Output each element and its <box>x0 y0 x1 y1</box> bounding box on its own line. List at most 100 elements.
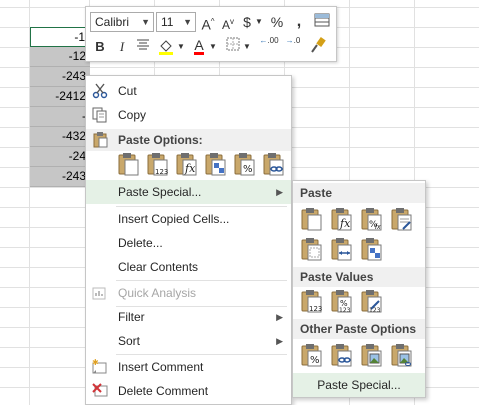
chevron-down-icon: ▼ <box>255 17 263 26</box>
chevron-down-icon: ▼ <box>141 17 150 27</box>
menu-item-delete[interactable]: Delete... <box>86 231 291 255</box>
svg-text:123: 123 <box>309 305 322 313</box>
submenu-header-other: Other Paste Options <box>293 319 425 339</box>
values-123-button[interactable]: 123 <box>299 289 325 315</box>
borders-button[interactable] <box>224 37 242 57</box>
format-painter-button[interactable] <box>308 37 328 57</box>
cell-value[interactable]: -243 <box>30 167 90 187</box>
paste-link-button[interactable] <box>329 343 355 369</box>
italic-button[interactable]: I <box>114 37 130 57</box>
paste-icon <box>118 153 139 176</box>
menu-item-delete-comment[interactable]: Delete Comment <box>86 379 291 403</box>
cell-value[interactable]: - <box>30 107 90 127</box>
context-menu: Cut Copy Paste Options: 123 fx% Paste Spe… <box>85 75 292 405</box>
values-percent-icon: %123 <box>331 290 352 314</box>
menu-item-label: Delete... <box>118 236 163 250</box>
paste-link-button[interactable] <box>261 152 287 178</box>
center-align-button[interactable] <box>134 37 152 57</box>
font-name-combo[interactable]: Calibri ▼ <box>90 12 154 32</box>
increase-decimal-label: .00 <box>267 36 279 45</box>
chevron-right-icon: ▶ <box>276 312 283 322</box>
grow-font-button[interactable]: A^ <box>199 12 217 33</box>
submenu-footer-label: Paste Special... <box>317 378 401 392</box>
paste-special-submenu: Paste fx% fx Paste Values 123% 123 123 Othe… <box>292 180 426 398</box>
font-color-button[interactable]: A <box>190 35 208 55</box>
align-center-icon <box>137 39 149 50</box>
paste-button[interactable] <box>299 207 325 233</box>
currency-button[interactable]: $ <box>240 12 254 32</box>
currency-icon: $ <box>243 14 251 30</box>
chevron-down-icon: ▼ <box>183 17 192 27</box>
svg-text:fx: fx <box>339 217 351 230</box>
format-table-button[interactable] <box>312 12 332 32</box>
submenu-paste-special-button[interactable]: Paste Special... <box>293 373 425 397</box>
chevron-down-icon: ▼ <box>177 42 185 51</box>
formatting-percent-icon: % <box>234 153 255 176</box>
cell-value[interactable]: -24 <box>30 147 90 167</box>
svg-text:123: 123 <box>339 307 351 314</box>
formula-format-button[interactable]: % fx <box>359 207 385 233</box>
cell-value[interactable]: -243 <box>30 67 90 87</box>
values-123-button[interactable]: 123 <box>145 152 171 178</box>
paste-link-icon <box>331 344 352 367</box>
cell-value[interactable]: -1 <box>30 27 90 47</box>
menu-item-sort[interactable]: Sort ▶ <box>86 329 291 353</box>
delete-comment-icon <box>92 383 108 397</box>
menu-item-copy[interactable]: Copy <box>86 103 291 127</box>
scissors-icon <box>92 83 108 99</box>
formatting-percent-button[interactable]: % <box>299 343 325 369</box>
menu-item-label: Clear Contents <box>118 260 199 274</box>
paste-options-label: Paste Options: <box>118 133 203 147</box>
transpose-button[interactable] <box>203 152 229 178</box>
submenu-header-paste-values: Paste Values <box>293 267 425 287</box>
shrink-font-button[interactable]: Av <box>219 12 237 32</box>
svg-text:fx: fx <box>184 162 196 175</box>
paste-button[interactable] <box>116 152 142 178</box>
keep-source-icon <box>391 208 412 231</box>
linked-picture-button[interactable] <box>389 343 415 369</box>
formulas-fx-button[interactable]: fx <box>329 207 355 233</box>
menu-item-insert-comment[interactable]: ✱ Insert Comment <box>86 355 291 379</box>
values-percent-button[interactable]: % 123 <box>329 289 355 315</box>
transpose-icon <box>205 153 226 176</box>
grid-column-a <box>0 0 30 405</box>
menu-item-cut[interactable]: Cut <box>86 79 291 103</box>
menu-item-quick-analysis[interactable]: Quick Analysis <box>86 281 291 305</box>
formula-format-icon: %fx <box>361 208 382 231</box>
menu-item-insert-copied-cells[interactable]: Insert Copied Cells... <box>86 207 291 231</box>
cell-value[interactable]: -12 <box>30 47 90 67</box>
transpose-button[interactable] <box>359 237 385 263</box>
menu-item-label: Insert Copied Cells... <box>118 212 230 226</box>
menu-item-paste-special[interactable]: Paste Special... ▶ <box>86 180 291 204</box>
formulas-fx-button[interactable]: fx <box>174 152 200 178</box>
cell-value[interactable]: -432 <box>30 127 90 147</box>
percent-button[interactable]: % <box>268 12 286 32</box>
comma-style-button[interactable]: , <box>290 12 308 32</box>
values-source-button[interactable]: 123 <box>359 289 385 315</box>
decrease-decimal-button[interactable]: →.0 <box>282 36 304 56</box>
currency-dropdown[interactable]: ▼ <box>254 12 264 32</box>
font-size-combo[interactable]: 11 ▼ <box>156 12 196 32</box>
fill-color-button[interactable] <box>156 37 176 57</box>
no-borders-button[interactable] <box>299 237 325 263</box>
keep-width-button[interactable] <box>329 237 355 263</box>
fill-color-dropdown[interactable]: ▼ <box>176 37 186 57</box>
menu-item-clear-contents[interactable]: Clear Contents <box>86 255 291 279</box>
borders-icon <box>226 37 240 51</box>
menu-item-label: Delete Comment <box>118 384 209 398</box>
menu-item-label: Filter <box>118 310 145 324</box>
increase-decimal-button[interactable]: ←.00 <box>258 36 280 56</box>
borders-dropdown[interactable]: ▼ <box>242 37 252 57</box>
font-color-dropdown[interactable]: ▼ <box>208 37 218 57</box>
keep-source-button[interactable] <box>389 207 415 233</box>
font-name-value: Calibri <box>95 15 130 29</box>
cell-value[interactable]: -2412 <box>30 87 90 107</box>
formatting-percent-icon: % <box>301 344 322 367</box>
values-123-icon: 123 <box>301 290 322 313</box>
menu-item-filter[interactable]: Filter ▶ <box>86 305 291 329</box>
formatting-percent-button[interactable]: % <box>232 152 258 178</box>
values-123-icon: 123 <box>147 153 168 176</box>
picture-button[interactable] <box>359 343 385 369</box>
svg-text:123: 123 <box>369 307 381 314</box>
bold-button[interactable]: B <box>92 37 108 57</box>
